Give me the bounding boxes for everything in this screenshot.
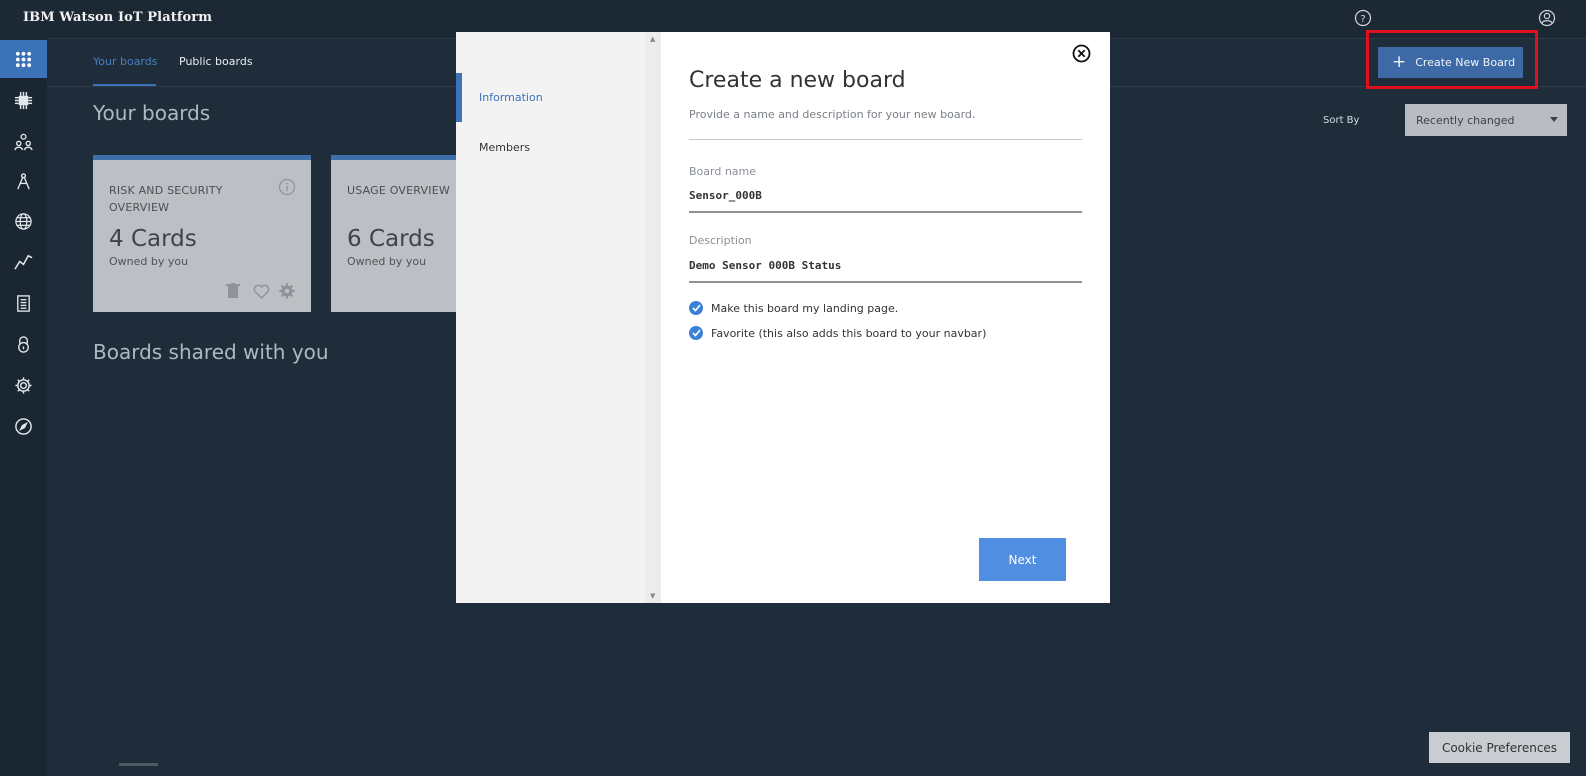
tab-your-boards[interactable]: Your boards <box>93 55 157 68</box>
active-tab-indicator <box>93 84 156 86</box>
user-icon[interactable] <box>1538 9 1556 27</box>
dialog-title: Create a new board <box>689 68 906 93</box>
favorite-checkbox[interactable]: Favorite (this also adds this board to y… <box>689 326 986 340</box>
nav-item-information[interactable]: Information <box>479 91 543 104</box>
trash-icon[interactable] <box>226 283 240 303</box>
apps-grid-icon[interactable] <box>0 40 47 78</box>
compass-icon[interactable] <box>0 407 47 445</box>
sort-by-label: Sort By <box>1323 115 1360 126</box>
sort-select[interactable]: Recently changed <box>1405 104 1567 136</box>
members-icon[interactable] <box>0 122 47 160</box>
checkmark-icon <box>689 301 703 315</box>
sort-select-value: Recently changed <box>1416 114 1515 127</box>
highlight-box <box>1366 30 1538 89</box>
analytics-line-icon[interactable] <box>0 242 47 280</box>
scroll-down-icon[interactable]: ▼ <box>650 592 655 600</box>
modal-nav-panel <box>456 32 646 603</box>
board-name-field[interactable]: Sensor_000B <box>689 189 762 202</box>
description-underline <box>689 281 1082 283</box>
info-icon[interactable] <box>278 178 296 200</box>
favorite-label: Favorite (this also adds this board to y… <box>711 326 987 340</box>
chevron-down-icon <box>1550 117 1558 122</box>
your-boards-heading: Your boards <box>93 101 211 125</box>
card-owner: Owned by you <box>109 255 189 268</box>
modal-scrollbar[interactable]: ▲ ▼ <box>646 32 661 603</box>
app-title: IBM Watson IoT Platform <box>23 10 213 25</box>
boards-shared-heading: Boards shared with you <box>93 340 329 364</box>
active-nav-indicator <box>456 73 462 122</box>
create-board-dialog: Create a new board Provide a name and de… <box>661 32 1110 603</box>
description-label: Description <box>689 234 752 247</box>
tab-public-boards[interactable]: Public boards <box>179 55 253 68</box>
board-name-label: Board name <box>689 165 757 178</box>
landing-page-checkbox[interactable]: Make this board my landing page. <box>689 301 898 315</box>
help-icon[interactable]: ? <box>1354 9 1372 27</box>
cookie-preferences-button[interactable]: Cookie Preferences <box>1429 732 1570 763</box>
dialog-subtitle: Provide a name and description for your … <box>689 108 976 121</box>
checkmark-icon <box>689 326 703 340</box>
heart-icon[interactable] <box>253 284 270 303</box>
gear-icon[interactable] <box>278 282 296 304</box>
chip-icon[interactable] <box>0 81 47 119</box>
lock-icon[interactable] <box>0 325 47 363</box>
card-title: RISK AND SECURITY OVERVIEW <box>109 184 223 214</box>
divider <box>689 139 1082 140</box>
document-icon[interactable] <box>0 284 47 322</box>
card-count: 6 Cards <box>347 226 435 252</box>
card-count: 4 Cards <box>109 226 197 252</box>
next-button[interactable]: Next <box>979 538 1066 581</box>
landing-page-label: Make this board my landing page. <box>711 301 899 315</box>
card-owner: Owned by you <box>347 255 427 268</box>
board-name-underline <box>689 211 1082 213</box>
globe-network-icon[interactable] <box>0 202 47 240</box>
svg-text:?: ? <box>1360 14 1365 25</box>
gear-icon[interactable] <box>0 366 47 404</box>
close-icon[interactable] <box>1072 44 1091 63</box>
bottom-scroll-indicator <box>119 763 158 766</box>
compass-drafting-icon[interactable] <box>0 162 47 200</box>
board-card[interactable]: RISK AND SECURITY OVERVIEW 4 Cards Owned… <box>93 155 311 312</box>
scroll-up-icon[interactable]: ▲ <box>650 35 655 43</box>
nav-item-members[interactable]: Members <box>479 141 530 154</box>
description-field[interactable]: Demo Sensor 000B Status <box>689 259 841 272</box>
sidebar <box>0 38 47 776</box>
